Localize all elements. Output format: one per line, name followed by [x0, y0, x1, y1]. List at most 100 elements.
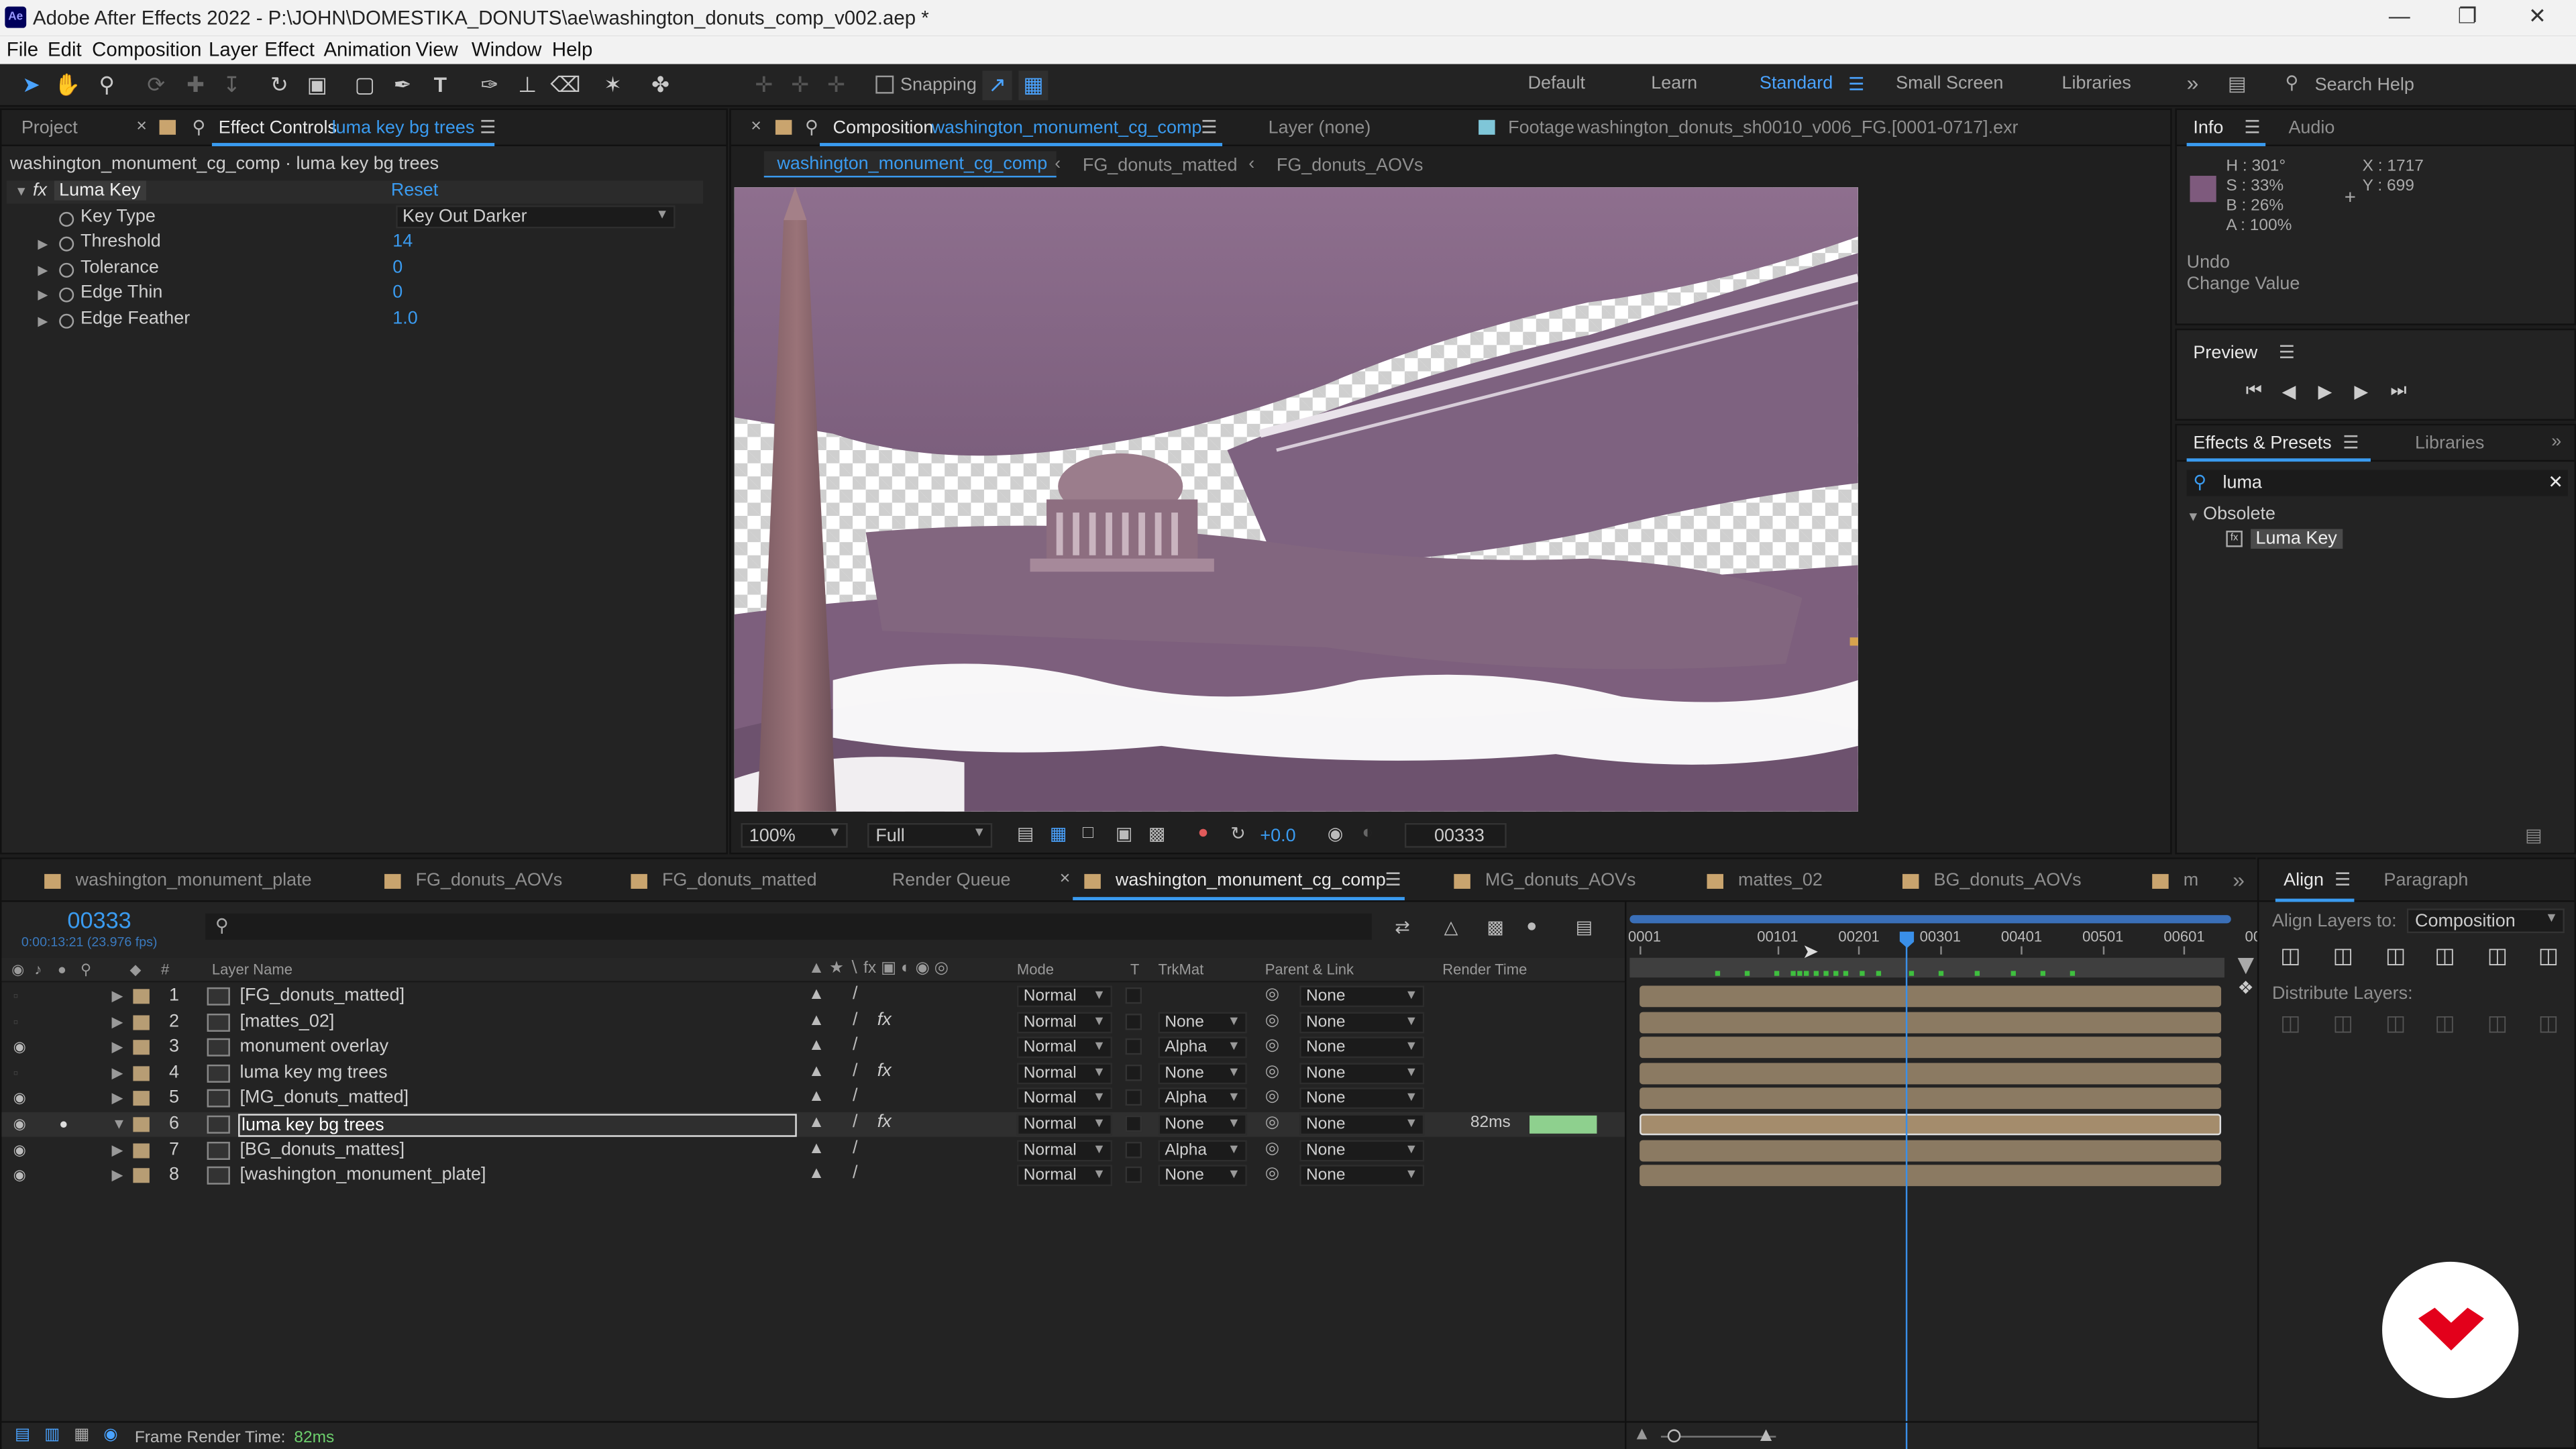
edge-thin-expand-icon[interactable]: ▶ [38, 288, 48, 303]
lock-icon[interactable]: ⚲ [805, 117, 818, 138]
layer-label-color[interactable] [133, 1117, 150, 1132]
effect-reset-button[interactable]: Reset [391, 180, 438, 200]
trkmat-dropdown[interactable]: None ▼ [1158, 1165, 1247, 1187]
threshold-value[interactable]: 14 [392, 231, 413, 251]
workspace-libraries[interactable]: Libraries [2061, 74, 2131, 93]
pick-whip-icon[interactable]: ◎ [1265, 1088, 1279, 1106]
clone-stamp-tool-icon[interactable]: ⊥ [513, 70, 542, 100]
distribute-left-icon[interactable]: ◫ [2434, 1010, 2455, 1036]
mode-dropdown[interactable]: Normal ▼ [1016, 985, 1112, 1008]
solo-switch-icon[interactable]: ● [58, 961, 66, 977]
effects-search-input[interactable]: luma [2222, 473, 2261, 492]
effects-search-box[interactable]: ⚲ luma ✕ [2186, 470, 2568, 496]
tab-composition[interactable]: Composition [833, 118, 934, 138]
snapping-checkbox[interactable] [875, 75, 894, 94]
comp-button-icon[interactable]: ❖ [2238, 977, 2254, 999]
effect-controls-layer-name[interactable]: luma key bg trees [332, 118, 475, 138]
composition-name[interactable]: washington_monument_cg_comp [932, 118, 1202, 138]
panel-menu-icon[interactable]: ☰ [2334, 869, 2351, 890]
tab-project[interactable]: Project [21, 118, 78, 138]
menu-help[interactable]: Help [552, 38, 592, 60]
preserve-transparency-checkbox[interactable] [1125, 1089, 1142, 1107]
shy-switch-icon[interactable]: ▲ [808, 985, 824, 1004]
quality-switch-icon[interactable]: / [853, 1087, 858, 1106]
resolution-dropdown[interactable]: Full ▼ [867, 822, 993, 848]
transparency-grid-icon[interactable]: ▦ [1050, 823, 1067, 844]
stopwatch-icon[interactable] [59, 287, 74, 303]
pick-whip-icon[interactable]: ◎ [1265, 1114, 1279, 1132]
show-snapshot-icon[interactable]: ◐ [1362, 823, 1373, 843]
flow-item-active[interactable]: washington_monument_cg_comp [763, 151, 1057, 178]
distribute-top-icon[interactable]: ◫ [2280, 1010, 2300, 1036]
stopwatch-icon[interactable] [59, 211, 74, 227]
pan-behind-tool-icon[interactable]: ▣ [303, 70, 332, 100]
hand-tool-icon[interactable]: ✋ [52, 70, 82, 100]
layer-label-color[interactable] [133, 1091, 150, 1107]
workspace-menu-icon[interactable]: ☰ [1848, 74, 1864, 95]
align-to-dropdown[interactable]: Composition ▼ [2406, 908, 2565, 934]
workspace-default[interactable]: Default [1528, 74, 1585, 93]
flowchart-comp-2[interactable]: FG_donuts_matted [1083, 156, 1238, 176]
distribute-bottom-icon[interactable]: ◫ [2385, 1010, 2406, 1036]
region-of-interest-icon[interactable]: ▣ [1116, 823, 1132, 844]
grid-guides-icon[interactable]: ▩ [1148, 823, 1165, 844]
layer-duration-bar[interactable] [1640, 985, 2222, 1008]
tab-comp-overflow[interactable]: m [2184, 871, 2198, 890]
layer-handle[interactable] [1849, 637, 1858, 646]
parent-dropdown[interactable]: None ▼ [1299, 1139, 1425, 1161]
workspace-overflow-icon[interactable]: » [2187, 70, 2199, 95]
mode-dropdown[interactable]: Normal ▼ [1016, 1114, 1112, 1136]
shy-switch-icon[interactable]: ▲ [808, 1012, 824, 1030]
clear-search-icon[interactable]: ✕ [2548, 472, 2563, 492]
pick-whip-icon[interactable]: ◎ [1265, 1140, 1279, 1158]
lock-switch-icon[interactable]: ⚲ [80, 961, 91, 979]
snapshot-camera-icon[interactable]: ◉ [1328, 823, 1344, 844]
panel-menu-icon[interactable]: ☰ [1201, 117, 1217, 138]
puppet-tool-icon[interactable]: ✤ [645, 70, 675, 100]
tab-comp-mg-donuts-aovs[interactable]: MG_donuts_AOVs [1485, 871, 1636, 890]
pick-whip-icon[interactable]: ◎ [1265, 1063, 1279, 1081]
layer-expand-icon[interactable]: ▶ [112, 1090, 123, 1108]
fx-switch-icon[interactable]: fx [877, 1061, 892, 1081]
panel-menu-icon[interactable]: ☰ [2343, 432, 2359, 453]
layer-duration-bar[interactable] [1640, 1011, 2222, 1033]
layer-switches-icon[interactable]: ▤ [15, 1426, 30, 1444]
mode-dropdown[interactable]: Normal ▼ [1016, 1139, 1112, 1161]
zoom-slider-thumb[interactable] [1667, 1429, 1681, 1443]
layer-name[interactable]: [MG_donuts_matted] [238, 1088, 797, 1111]
layer-expand-icon[interactable]: ▶ [112, 1038, 123, 1057]
layer-duration-bar[interactable] [1640, 1036, 2222, 1059]
preserve-transparency-checkbox[interactable] [1125, 1167, 1142, 1183]
preserve-transparency-checkbox[interactable] [1125, 987, 1142, 1004]
pick-whip-icon[interactable]: ◎ [1265, 1012, 1279, 1030]
zoom-in-icon[interactable]: ▲ [1756, 1423, 1776, 1446]
time-navigator-end[interactable] [2237, 957, 2255, 975]
search-help-input[interactable]: Search Help [2315, 76, 2414, 95]
quality-switch-icon[interactable]: / [853, 1163, 858, 1183]
tab-comp-mattes-02[interactable]: mattes_02 [1738, 871, 1823, 890]
tab-align[interactable]: Align [2284, 871, 2324, 890]
tab-comp-washington-monument-plate[interactable]: washington_monument_plate [76, 871, 312, 890]
distribute-vertical-center-icon[interactable]: ◫ [2333, 1010, 2353, 1036]
visibility-eye-icon[interactable]: ◉ [13, 1142, 28, 1157]
close-window-icon[interactable]: ✕ [2528, 3, 2546, 30]
search-help-icon[interactable]: ⚲ [2286, 72, 2299, 93]
workspace-standard[interactable]: Standard [1760, 74, 1833, 93]
layer-name[interactable]: [mattes_02] [238, 1012, 797, 1034]
align-bottom-icon[interactable]: ◫ [2538, 943, 2559, 969]
table-row[interactable]: ▫ ▶ 4 luma key mg trees ▲ / fx Normal ▼ None ▼ ◎ Non… [1, 1061, 1625, 1086]
parent-dropdown[interactable]: None ▼ [1299, 1011, 1425, 1033]
zoom-tool-icon[interactable]: ⚲ [92, 70, 121, 100]
parent-dropdown[interactable]: None ▼ [1299, 985, 1425, 1008]
pick-whip-icon[interactable]: ◎ [1265, 1165, 1279, 1183]
effect-result-luma-key[interactable]: Luma Key [2251, 529, 2343, 549]
align-left-icon[interactable]: ◫ [2280, 943, 2300, 969]
shy-switch-icon[interactable]: ▲ [808, 1037, 824, 1055]
visibility-eye-icon[interactable]: ▫ [13, 1014, 28, 1028]
current-time-field[interactable]: 00333 [1404, 822, 1507, 848]
layer-name[interactable]: monument overlay [238, 1037, 797, 1060]
solo-dot-icon[interactable]: ● [59, 1116, 68, 1132]
trkmat-dropdown[interactable]: None ▼ [1158, 1114, 1247, 1136]
layer-label-color[interactable] [133, 1168, 150, 1183]
zoom-out-icon[interactable]: ▲ [1633, 1424, 1651, 1444]
